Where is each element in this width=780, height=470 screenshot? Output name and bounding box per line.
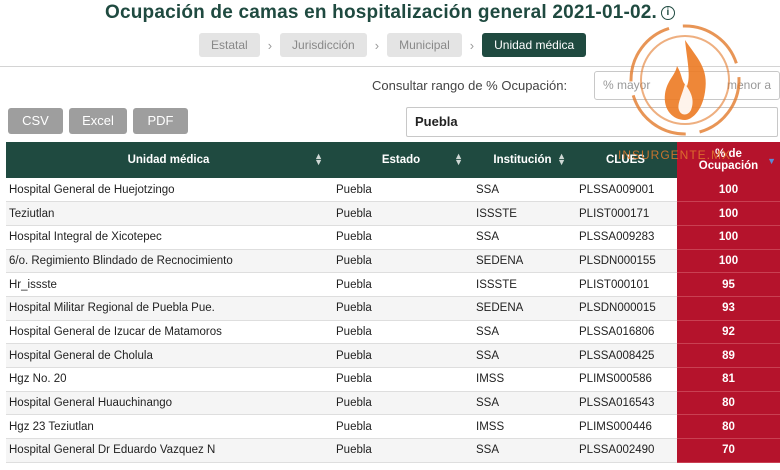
cell-occupancy: 100 [677,201,780,226]
cell-unit: Hospital General de Huejotzingo [6,178,331,203]
cell-clues: PLIST000171 [574,201,677,226]
cell-state: Puebla [331,367,471,392]
table-row[interactable]: Hgz 23 Teziutlan Puebla IMSS PLIMS000446 80 [6,414,780,440]
cell-unit: Hgz 23 Teziutlan [6,414,331,440]
breadcrumb: Estatal › Jurisdicción › Municipal › Uni… [199,33,587,57]
cell-unit: Hospital Militar Regional de Puebla Pue. [6,296,331,321]
export-excel-button[interactable]: Excel [69,108,127,134]
cell-institution: SSA [471,225,574,250]
cell-institution: ISSSTE [471,201,574,226]
cell-occupancy: 100 [677,178,780,203]
table-row[interactable]: 6/o. Regimiento Blindado de Recnocimient… [6,249,780,274]
cell-occupancy: 89 [677,343,780,368]
cell-occupancy: 80 [677,414,780,440]
info-icon[interactable]: i [661,6,676,20]
sort-icon[interactable]: ▲ ▼ [454,152,463,167]
cell-occupancy: 100 [677,225,780,250]
breadcrumb-estatal[interactable]: Estatal [199,33,260,57]
cell-occupancy: 100 [677,249,780,274]
cell-unit: Hr_issste [6,272,331,297]
table-row[interactable]: Hgz No. 20 Puebla IMSS PLIMS000586 81 [6,367,780,392]
cell-state: Puebla [331,201,471,226]
cell-unit: Hospital General de Izucar de Matamoros [6,320,331,345]
cell-unit: Hgz No. 20 [6,367,331,392]
chevron-right-icon: › [374,37,380,53]
cell-occupancy: 70 [677,438,780,463]
cell-occupancy: 93 [677,296,780,321]
cell-clues: PLIST000101 [574,272,677,297]
cell-institution: SSA [471,178,574,203]
cell-unit: Hospital General Dr Eduardo Vazquez N [6,438,331,463]
cell-clues: PLIMS000586 [574,367,677,392]
cell-unit: Teziutlan [6,201,331,226]
cell-institution: SSA [471,320,574,345]
cell-state: Puebla [331,391,471,416]
cell-state: Puebla [331,296,471,321]
cell-state: Puebla [331,272,471,297]
table-row[interactable]: Hospital Militar Regional de Puebla Pue.… [6,296,780,321]
flame-logo-watermark [629,24,741,136]
cell-clues: PLSSA009001 [574,178,677,203]
cell-occupancy: 92 [677,320,780,345]
cell-institution: SSA [471,343,574,368]
table-row[interactable]: Hospital General Dr Eduardo Vazquez N Pue… [6,438,780,463]
column-header-state[interactable]: Estado ▲ ▼ [331,142,471,178]
occupancy-table: Unidad médica ▲ ▼ Estado ▲ ▼ Institución ▲ ▼ C… [6,142,780,463]
cell-clues: PLSSA002490 [574,438,677,463]
table-row[interactable]: Hr_issste Puebla ISSSTE PLIST000101 95 [6,272,780,297]
cell-occupancy: 95 [677,272,780,297]
cell-clues: PLSDN000015 [574,296,677,321]
table-row[interactable]: Hospital General de Huejotzingo Puebla SSA… [6,178,780,203]
cell-institution: IMSS [471,414,574,440]
cell-state: Puebla [331,178,471,203]
cell-clues: PLSDN000155 [574,249,677,274]
cell-unit: Hospital General Huauchinango [6,391,331,416]
export-csv-button[interactable]: CSV [8,108,63,134]
cell-state: Puebla [331,320,471,345]
cell-institution: ISSSTE [471,272,574,297]
cell-institution: SSA [471,391,574,416]
cell-state: Puebla [331,225,471,250]
cell-clues: PLSSA016806 [574,320,677,345]
cell-clues: PLSSA009283 [574,225,677,250]
sort-desc-icon[interactable]: ▼ [767,157,776,166]
chevron-right-icon: › [267,37,273,53]
table-row[interactable]: Hospital General de Izucar de Matamoros P… [6,320,780,345]
cell-institution: SEDENA [471,296,574,321]
breadcrumb-unidad-medica[interactable]: Unidad médica [482,33,587,57]
range-filter-label: Consultar rango de % Ocupación: [372,78,568,93]
breadcrumb-jurisdiccion[interactable]: Jurisdicción [280,33,367,57]
table-row[interactable]: Hospital General Huauchinango Puebla SSA PL… [6,391,780,416]
cell-occupancy: 81 [677,367,780,392]
cell-state: Puebla [331,249,471,274]
cell-state: Puebla [331,414,471,440]
cell-clues: PLIMS000446 [574,414,677,440]
cell-institution: SSA [471,438,574,463]
export-pdf-button[interactable]: PDF [133,108,188,134]
sort-icon[interactable]: ▲ ▼ [314,152,323,167]
watermark-text: INSURGENTE.MX [618,148,732,162]
cell-unit: Hospital General de Cholula [6,343,331,368]
page-title-text: Ocupación de camas en hospitalización ge… [104,2,658,23]
cell-clues: PLSSA016543 [574,391,677,416]
cell-institution: SEDENA [471,249,574,274]
column-header-unit[interactable]: Unidad médica ▲ ▼ [6,142,331,178]
table-row[interactable]: Teziutlan Puebla ISSSTE PLIST000171 100 [6,201,780,226]
cell-state: Puebla [331,438,471,463]
column-header-institution[interactable]: Institución ▲ ▼ [471,142,574,178]
sort-icon[interactable]: ▲ ▼ [557,152,566,167]
cell-institution: IMSS [471,367,574,392]
cell-clues: PLSSA008425 [574,343,677,368]
cell-unit: 6/o. Regimiento Blindado de Recnocimient… [6,249,331,274]
breadcrumb-municipal[interactable]: Municipal [387,33,462,57]
table-row[interactable]: Hospital General de Cholula Puebla SSA PLSS… [6,343,780,368]
chevron-right-icon: › [469,37,475,53]
cell-unit: Hospital Integral de Xicotepec [6,225,331,250]
cell-state: Puebla [331,343,471,368]
table-row[interactable]: Hospital Integral de Xicotepec Puebla SSA P… [6,225,780,250]
cell-occupancy: 80 [677,391,780,416]
